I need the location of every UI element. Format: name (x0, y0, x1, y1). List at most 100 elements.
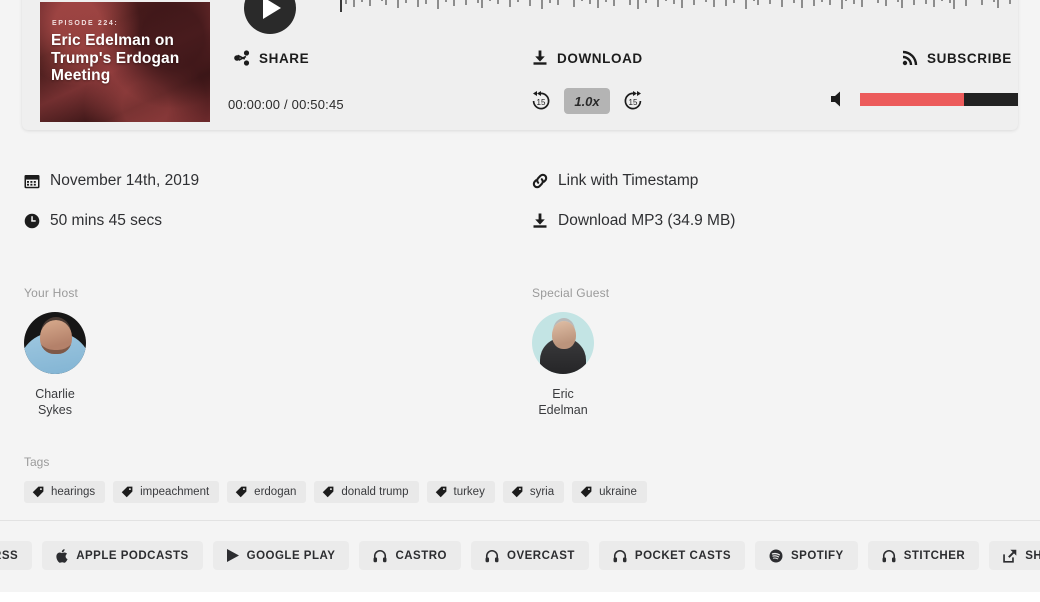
tag-icon (435, 486, 446, 498)
link-with-timestamp[interactable]: Link with Timestamp (532, 172, 698, 190)
tag-icon (32, 486, 44, 498)
footer-link-apple-podcasts[interactable]: APPLE PODCASTS (42, 541, 203, 570)
guest-name: Eric Edelman (532, 386, 594, 418)
tag-chip[interactable]: ukraine (572, 481, 647, 503)
publish-date-text: November 14th, 2019 (50, 172, 200, 189)
forward-15-button[interactable]: 15 (622, 90, 644, 112)
footer-link-label: APPLE PODCASTS (76, 549, 189, 562)
tag-label: turkey (453, 486, 485, 498)
host-block: Your Host Charlie Sykes (24, 286, 86, 418)
host-label: Your Host (24, 286, 79, 300)
share-button[interactable]: SHARE (234, 50, 309, 66)
footer-link-overcast[interactable]: OVERCAST (471, 541, 589, 570)
tag-chip[interactable]: turkey (426, 481, 495, 503)
share-nodes-icon (234, 50, 250, 66)
host-last-name: Sykes (37, 403, 73, 417)
spotify-icon (769, 549, 783, 562)
tag-icon (580, 486, 592, 498)
tag-icon (235, 486, 247, 498)
host-avatar[interactable] (24, 312, 86, 374)
download-arrow-icon (533, 213, 547, 228)
rewind-15-icon: 15 (532, 91, 550, 110)
tag-icon (121, 486, 133, 498)
download-arrow-icon (533, 50, 547, 65)
clock-icon (24, 213, 40, 229)
footer-link-google-play[interactable]: GOOGLE PLAY (212, 541, 350, 570)
download-button[interactable]: DOWNLOAD (532, 50, 643, 66)
guest-label: Special Guest (532, 286, 610, 300)
footer-link-label: SHARE (1025, 549, 1040, 562)
footer-link-stitcher[interactable]: STITCHER (867, 541, 980, 570)
footer-link-label: RSS (0, 549, 19, 562)
volume-slider[interactable] (860, 92, 1018, 106)
tag-chip[interactable]: impeachment (113, 481, 220, 503)
rss-icon (902, 50, 918, 66)
headphones-icon (613, 549, 627, 562)
footer-link-pocket-casts[interactable]: POCKET CASTS (598, 541, 745, 570)
episode-page: EPISODE 224: Eric Edelman on Trump's Erd… (0, 0, 1040, 602)
tags-label: Tags (24, 455, 50, 469)
page-bottom-spacer (0, 592, 1040, 602)
play-triangle-icon (226, 549, 239, 562)
tag-chip[interactable]: donald trump (314, 481, 419, 503)
footer-link-label: SPOTIFY (791, 549, 844, 562)
share-button-label: SHARE (259, 50, 310, 66)
tag-chip[interactable]: hearings (24, 481, 106, 503)
footer-link-spotify[interactable]: SPOTIFY (755, 541, 858, 570)
artwork-title: Eric Edelman on Trump's Erdogan Meeting (51, 32, 180, 84)
footer-link-label: GOOGLE PLAY (246, 549, 336, 562)
tags-section: Tags hearings impeachment erdogan donald tr… (24, 455, 647, 503)
play-triangle-icon (263, 0, 281, 19)
headphones-icon (373, 549, 387, 562)
download-mp3-text: Download MP3 (34.9 MB) (558, 212, 736, 229)
headphones-icon (485, 549, 499, 562)
playback-controls: 15 1.0x 15 (530, 88, 644, 114)
tag-label: syria (529, 486, 555, 498)
guest-avatar[interactable] (532, 312, 594, 374)
footer-link-rss[interactable]: RSS (0, 541, 33, 570)
rewind-15-button[interactable]: 15 (530, 90, 552, 112)
play-button[interactable] (244, 0, 296, 34)
svg-text:15: 15 (537, 98, 546, 107)
episode-duration: 50 mins 45 secs (24, 212, 162, 230)
artwork-episode-number: EPISODE 224: (52, 20, 119, 27)
footer-link-label: OVERCAST (507, 549, 575, 562)
episode-duration-text: 50 mins 45 secs (50, 212, 162, 229)
subscribe-button[interactable]: SUBSCRIBE (902, 50, 1012, 66)
footer-link-label: STITCHER (903, 549, 966, 562)
meta-row-two: 50 mins 45 secs Download MP3 (34.9 MB) (0, 212, 1040, 252)
meta-row-one: November 14th, 2019 Link with Timestamp (0, 172, 1040, 212)
share-export-icon (1003, 549, 1017, 563)
episode-meta: November 14th, 2019 Link with Timestamp … (0, 172, 1040, 252)
volume-slider-fill (860, 92, 964, 106)
tag-icon (511, 486, 523, 498)
footer-link-share[interactable]: SHARE (989, 541, 1040, 570)
guest-last-name: Edelman (538, 403, 588, 417)
headphones-icon (882, 549, 896, 562)
svg-text:15: 15 (629, 98, 638, 107)
tag-label: hearings (51, 486, 96, 498)
episode-artwork: EPISODE 224: Eric Edelman on Trump's Erd… (40, 2, 210, 122)
playback-speed-button[interactable]: 1.0x (564, 88, 610, 114)
calendar-icon (24, 175, 40, 189)
guest-block: Special Guest Eric Edelman (532, 286, 609, 418)
download-mp3-link[interactable]: Download MP3 (34.9 MB) (532, 212, 735, 230)
subscribe-links-bar: RSS APPLE PODCASTS GOOGLE PLAY CASTRO OVERCA… (0, 541, 1040, 570)
volume-speaker-icon[interactable] (830, 90, 848, 108)
footer-link-label: CASTRO (395, 549, 447, 562)
audio-player-card: EPISODE 224: Eric Edelman on Trump's Erd… (22, 0, 1018, 130)
footer-link-castro[interactable]: CASTRO (359, 541, 461, 570)
tag-label: impeachment (140, 486, 210, 498)
footer-link-label: POCKET CASTS (634, 549, 731, 562)
guest-first-name: Eric (552, 387, 574, 401)
tag-label: ukraine (599, 486, 637, 498)
tag-chip[interactable]: erdogan (227, 481, 307, 503)
host-first-name: Charlie (35, 387, 75, 401)
tag-chip[interactable]: syria (502, 481, 565, 503)
footer-divider (0, 520, 1040, 521)
waveform-scrubber[interactable] (340, 0, 1018, 12)
download-button-label: DOWNLOAD (557, 50, 643, 66)
tag-list: hearings impeachment erdogan donald trump tu… (24, 481, 647, 503)
tag-label: donald trump (341, 486, 409, 498)
link-with-timestamp-text: Link with Timestamp (558, 172, 699, 189)
